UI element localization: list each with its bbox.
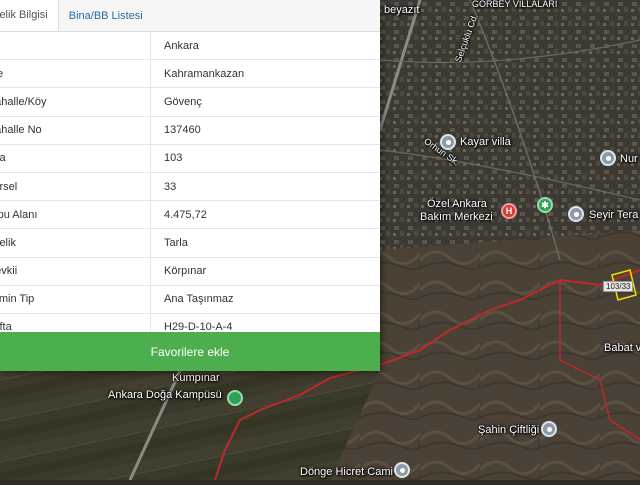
map-label-babat: Babat v bbox=[604, 342, 640, 354]
map-label-beyazit: beyazıt bbox=[384, 4, 420, 16]
map-label-gorbey: GÖRBEY VİLLALARI bbox=[472, 0, 558, 9]
map-label-doga: Ankara Doğa Kampüsü bbox=[108, 389, 222, 401]
attribute-key: Mevkii bbox=[0, 265, 18, 278]
table-row: Tapu Alanı 4.475,72 bbox=[0, 200, 380, 230]
attribute-key: Mahalle No bbox=[0, 124, 42, 137]
attribute-value: Ankara bbox=[150, 32, 380, 61]
map-label-bakim: Bakım Merkezi bbox=[420, 211, 493, 223]
table-row: Mahalle/Köy Gövenç bbox=[0, 87, 380, 117]
place-pin-icon[interactable] bbox=[440, 134, 456, 150]
attribute-key: İl bbox=[0, 40, 150, 52]
table-row: İl Ankara bbox=[0, 32, 380, 61]
map-label-kayar: Kayar villa bbox=[460, 136, 511, 148]
attribute-value: Kahramankazan bbox=[150, 59, 380, 89]
map-label-sahin: Şahin Çiftliği bbox=[478, 424, 540, 436]
table-row: Nitelik Tarla bbox=[0, 228, 380, 258]
table-row: Mevkii Körpınar bbox=[0, 257, 380, 286]
attribute-value: 103 bbox=[150, 144, 380, 173]
attribute-value: Gövenç bbox=[150, 87, 380, 117]
parcel-tag[interactable]: 103/33 bbox=[603, 281, 634, 292]
table-row: Parsel 33 bbox=[0, 172, 380, 202]
attribute-value: 137460 bbox=[150, 116, 380, 145]
panel-tabs: Nitelik Bilgisi Bina/BB Listesi bbox=[0, 0, 380, 32]
attribute-key: Ada bbox=[0, 152, 6, 165]
attribute-key: Zemin Tip bbox=[0, 293, 35, 306]
attribute-value: 4.475,72 bbox=[150, 200, 380, 230]
tab-label: Bina/BB Listesi bbox=[68, 9, 143, 22]
attribute-key: Parsel bbox=[0, 180, 18, 193]
map-label-seyir: Seyir Tera bbox=[589, 209, 639, 221]
attribute-value: 33 bbox=[150, 172, 380, 202]
attribute-key: Mahalle/Köy bbox=[0, 95, 47, 108]
table-row: Ada 103 bbox=[0, 144, 380, 173]
map-label-ozel-ankara: Özel Ankara bbox=[427, 198, 487, 210]
tab-label: Nitelik Bilgisi bbox=[0, 9, 48, 21]
attribute-value: Körpınar bbox=[150, 257, 380, 286]
attribute-value: Ana Taşınmaz bbox=[150, 285, 380, 314]
attribute-key: İlçe bbox=[0, 68, 150, 80]
map-label-kumpinar: Kumpınar bbox=[172, 372, 220, 384]
park-pin-icon[interactable] bbox=[227, 390, 243, 406]
tab-bina-bb-listesi[interactable]: Bina/BB Listesi bbox=[59, 0, 153, 31]
add-to-favorites-button[interactable]: Favorilere ekle bbox=[0, 332, 380, 371]
table-row: İlçe Kahramankazan bbox=[0, 59, 380, 89]
place-pin-icon[interactable] bbox=[541, 421, 557, 437]
place-pin-icon[interactable] bbox=[568, 206, 584, 222]
map-label-donge: Dönge Hicret Cami bbox=[300, 466, 393, 478]
map-label-nur: Nur bbox=[620, 153, 638, 165]
landmark-pin-icon[interactable]: ✱ bbox=[537, 197, 553, 213]
parcel-info-panel: Nitelik Bilgisi Bina/BB Listesi İl Ankar… bbox=[0, 0, 380, 371]
tab-nitelik-bilgisi[interactable]: Nitelik Bilgisi bbox=[0, 0, 59, 31]
table-row: Mahalle No 137460 bbox=[0, 116, 380, 145]
mosque-pin-icon[interactable] bbox=[394, 462, 410, 478]
attribute-table: İl Ankara İlçe Kahramankazan Mahalle/Köy… bbox=[0, 32, 380, 343]
table-row: Zemin Tip Ana Taşınmaz bbox=[0, 285, 380, 314]
attribute-value: Tarla bbox=[150, 228, 380, 258]
attribute-key: Nitelik bbox=[0, 236, 16, 249]
place-pin-icon[interactable] bbox=[600, 150, 616, 166]
hospital-pin-icon[interactable]: H bbox=[501, 203, 517, 219]
attribute-key: Tapu Alanı bbox=[0, 208, 38, 221]
